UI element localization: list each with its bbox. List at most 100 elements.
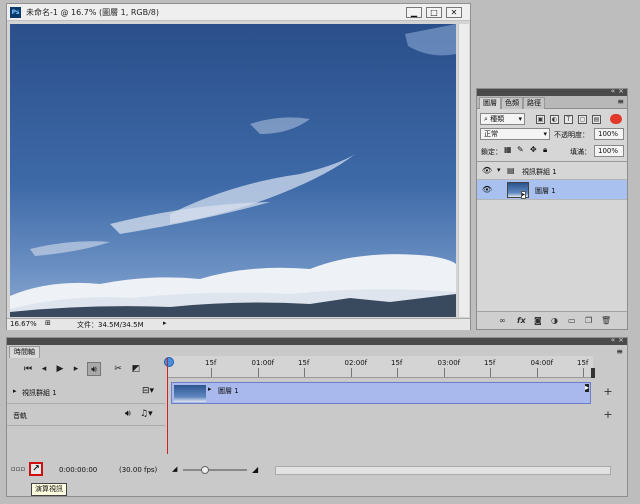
track-header-audio[interactable]: 音軌 🔊︎ ♫▾ — [7, 404, 165, 426]
photoshop-app-icon: Ps — [10, 7, 21, 18]
fill-label: 填滿： — [570, 148, 591, 156]
collapse-icon[interactable]: « — [611, 87, 615, 95]
expand-arrow-icon[interactable]: ▾ — [497, 166, 501, 174]
go-to-first-frame-icon[interactable]: ⏮ — [21, 362, 35, 376]
layer-row-group[interactable]: 👁︎ ▾ ▤ 視訊群組 1 — [477, 162, 627, 180]
playhead-handle[interactable] — [164, 357, 174, 367]
close-button[interactable]: ✕ — [446, 7, 462, 18]
filter-toggle-icon[interactable] — [610, 114, 622, 124]
delete-icon[interactable]: 🗑︎ — [601, 316, 611, 325]
visibility-eye-icon[interactable]: 👁︎ — [481, 166, 493, 176]
clip-expand-icon[interactable]: ▸ — [208, 385, 212, 393]
timecode: 0:00:00:00 — [59, 466, 98, 474]
clip-options-icon[interactable]: ▸ — [584, 384, 589, 392]
panel-dock-bar[interactable]: « × — [477, 87, 627, 96]
pixel-filter-icon[interactable]: ▣ — [536, 115, 545, 124]
tab-layers[interactable]: 圖層 — [479, 97, 501, 109]
time-ruler[interactable]: 15f 01:00f 15f 02:00f 15f 03:00f 15f 04:00f 15f — [167, 356, 593, 378]
music-note-icon[interactable]: ♫▾ — [140, 409, 153, 419]
tab-paths[interactable]: 路徑 — [523, 97, 545, 109]
type-filter-icon[interactable]: T — [564, 115, 573, 124]
group-name: 視訊群組 1 — [522, 168, 557, 176]
ruler-tick-label: 15f — [391, 359, 403, 367]
tab-timeline[interactable]: 時間軸 — [9, 346, 40, 358]
timeline-menu-icon[interactable]: ≡ — [616, 347, 623, 356]
ruler-tick-mark — [211, 368, 212, 377]
lock-transparent-icon[interactable]: ▦ — [504, 145, 512, 154]
blend-mode-select[interactable]: 正常 ▾ — [480, 128, 550, 140]
lock-all-icon[interactable]: 🔒︎ — [543, 145, 547, 155]
mask-icon[interactable]: ◙ — [534, 316, 542, 325]
ruler-tick-mark — [536, 368, 538, 377]
frame-animation-icon[interactable]: ▫▫▫ — [11, 465, 25, 473]
render-video-icon[interactable]: ↗ — [29, 462, 43, 476]
shape-filter-icon[interactable]: ▢ — [578, 115, 587, 124]
video-clip[interactable]: ▸ 圖層 1 ▸ — [171, 382, 591, 404]
ruler-tick-label: 15f — [484, 359, 496, 367]
zoom-slider-thumb[interactable] — [201, 466, 209, 474]
opacity-input[interactable]: 100% — [594, 128, 624, 140]
panel-menu-icon[interactable]: ≡ — [617, 97, 624, 106]
minimize-button[interactable]: ▁ — [406, 7, 422, 18]
export-icon[interactable]: ⊞ — [45, 319, 51, 327]
timeline-dock-bar[interactable]: « × — [7, 336, 627, 345]
play-icon[interactable]: ▶ — [53, 362, 67, 376]
transition-icon[interactable]: ◩ — [129, 362, 143, 376]
ruler-tick-label: 15f — [577, 359, 589, 367]
video-group-icon: ▤ — [507, 166, 515, 175]
vertical-scrollbar[interactable] — [458, 24, 469, 317]
horizontal-scrollbar[interactable] — [275, 466, 611, 475]
collapse-icon[interactable]: « — [611, 336, 615, 344]
film-strip-icon[interactable]: ⊟▾ — [142, 386, 154, 396]
tab-channels[interactable]: 色頻 — [501, 97, 523, 109]
new-layer-icon[interactable]: ❐ — [585, 316, 592, 325]
opacity-value: 100% — [598, 130, 619, 138]
lock-brush-icon[interactable]: ✎ — [517, 145, 524, 154]
expand-arrow-icon[interactable]: ▸ — [13, 387, 17, 395]
zoom-level[interactable]: 16.67% — [10, 320, 37, 328]
status-menu-arrow-icon[interactable]: ▸ — [163, 319, 167, 327]
playhead-line — [167, 358, 168, 454]
fx-icon[interactable]: fx — [517, 316, 526, 325]
work-area-end-handle[interactable] — [591, 368, 595, 378]
add-media-button[interactable]: + — [601, 385, 615, 399]
adjustment-filter-icon[interactable]: ◐ — [550, 115, 559, 124]
previous-frame-icon[interactable]: ◂ — [37, 362, 51, 376]
clip-label: 圖層 1 — [218, 387, 239, 395]
ruler-tick-mark — [583, 368, 584, 377]
blend-mode-label: 正常 — [484, 130, 498, 138]
layer-filter-select[interactable]: ⌕ 種類 ▾ — [480, 113, 525, 125]
visibility-eye-icon[interactable]: 👁︎ — [481, 185, 493, 195]
file-info[interactable]: 文件：34.5M/34.5M — [77, 320, 144, 330]
frame-rate: (30.00 fps) — [119, 466, 158, 474]
ruler-tick-label: 15f — [298, 359, 310, 367]
zoom-out-icon[interactable]: ◢ — [172, 465, 177, 473]
split-scissors-icon[interactable]: ✂ — [111, 362, 125, 376]
audio-mute-icon[interactable]: 🔊︎ — [87, 362, 101, 376]
lock-move-icon[interactable]: ✥ — [530, 145, 537, 154]
opacity-label: 不透明度： — [554, 131, 589, 139]
link-icon[interactable]: ∞ — [499, 316, 506, 325]
fill-input[interactable]: 100% — [594, 145, 624, 157]
sky-image — [10, 24, 456, 317]
smart-object-filter-icon[interactable]: ▤ — [592, 115, 601, 124]
add-audio-button[interactable]: + — [601, 408, 615, 422]
zoom-slider[interactable] — [183, 469, 247, 471]
group-track-name: 視訊群組 1 — [22, 389, 57, 397]
adjustment-layer-icon[interactable]: ◑ — [551, 316, 558, 325]
image-canvas[interactable] — [10, 24, 456, 317]
ruler-tick-mark — [257, 368, 259, 377]
panel-close-icon[interactable]: × — [618, 336, 624, 344]
track-header-group[interactable]: ▸ 視訊群組 1 ⊟▾ — [7, 380, 165, 404]
next-frame-icon[interactable]: ▸ — [69, 362, 83, 376]
maximize-button[interactable]: □ — [426, 7, 442, 18]
audio-track-name: 音軌 — [13, 412, 27, 420]
zoom-in-icon[interactable]: ◢ — [252, 465, 258, 474]
timeline-panel: « × 時間軸 ≡ ⏮ ◂ ▶ ▸ 🔊︎ ✂ ◩ 15f 01:00f 15f 02:… — [6, 336, 628, 497]
layer-row-layer1[interactable]: 👁︎ ▸ 圖層 1 — [477, 180, 627, 200]
panel-close-icon[interactable]: × — [618, 87, 624, 95]
document-titlebar[interactable]: Ps 未命名-1 @ 16.7% (圖層 1, RGB/8) ▁ □ ✕ — [7, 4, 470, 21]
audio-volume-icon[interactable]: 🔊︎ — [125, 409, 131, 419]
new-group-icon[interactable]: ▭ — [568, 316, 576, 325]
render-video-tooltip: 演算視訊 — [31, 483, 67, 496]
